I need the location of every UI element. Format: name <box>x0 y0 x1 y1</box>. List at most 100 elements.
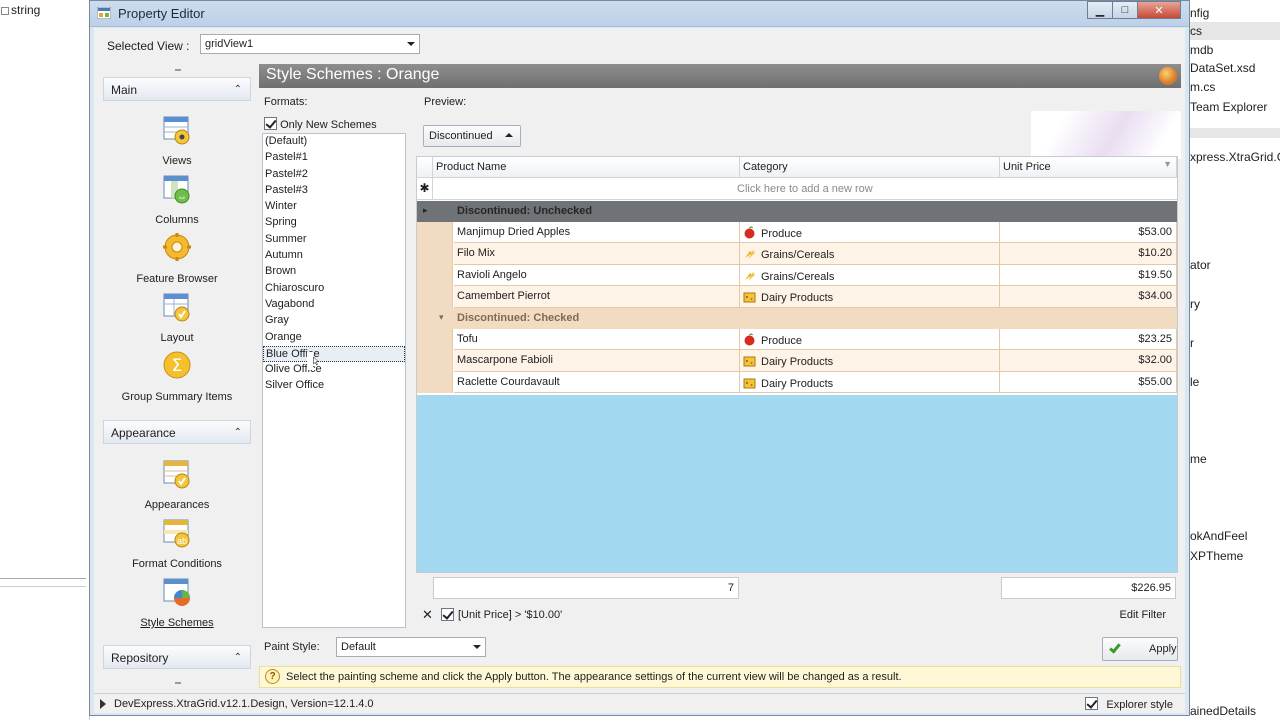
nav-item-group-summary[interactable]: Σ Group Summary Items <box>103 350 251 403</box>
splitter[interactable] <box>411 91 415 631</box>
ide-item[interactable]: me <box>1190 452 1207 466</box>
table-row[interactable]: Tofu Produce $23.25 <box>417 329 1177 351</box>
format-item[interactable]: Summer <box>263 232 405 248</box>
cell-category[interactable]: Grains/Cereals <box>740 264 1000 287</box>
cell-product-name[interactable]: Filo Mix <box>454 243 740 265</box>
format-item[interactable]: Winter <box>263 199 405 215</box>
format-item[interactable]: Vagabond <box>263 297 405 313</box>
cell-unit-price[interactable]: $53.00 <box>1000 222 1177 244</box>
ide-item[interactable]: Team Explorer <box>1190 100 1267 114</box>
ide-item[interactable]: okAndFeel <box>1190 529 1247 543</box>
cell-category[interactable]: Dairy Products <box>740 371 1000 394</box>
ide-item[interactable]: r <box>1190 336 1194 350</box>
column-header-product-name[interactable]: Product Name <box>433 157 740 178</box>
title-bar[interactable]: Property Editor ▁ □ ✕ <box>90 1 1189 27</box>
scroll-up-indicator[interactable] <box>175 69 181 71</box>
format-item[interactable]: Autumn <box>263 248 405 264</box>
format-item[interactable]: Pastel#3 <box>263 183 405 199</box>
explorer-style-checkbox[interactable]: Explorer style <box>1085 697 1173 711</box>
nav-group-repository[interactable]: Repository ⌃ <box>103 645 251 669</box>
ide-item[interactable]: nfig <box>1190 6 1209 20</box>
table-row[interactable]: Ravioli Angelo Grains/Cereals $19.50 <box>417 264 1177 287</box>
nav-item-columns[interactable]: ⇔ Columns <box>103 173 251 226</box>
expand-icon[interactable]: ▸ <box>423 205 428 216</box>
ide-item[interactable]: ry <box>1190 297 1200 311</box>
format-item[interactable]: Silver Office <box>263 378 405 394</box>
cell-unit-price[interactable]: $32.00 <box>1000 350 1177 372</box>
ide-item[interactable]: ator <box>1190 258 1211 272</box>
nav-item-appearances[interactable]: Appearances <box>103 458 251 511</box>
cell-unit-price[interactable]: $23.25 <box>1000 329 1177 351</box>
checkbox-checked-icon[interactable] <box>1085 697 1099 710</box>
footer-total[interactable]: $226.95 <box>1001 577 1176 599</box>
ide-item[interactable]: m.cs <box>1190 80 1215 94</box>
ide-item[interactable]: cs <box>1190 24 1202 38</box>
format-item[interactable]: Olive Office <box>263 362 405 378</box>
column-header-category[interactable]: Category <box>740 157 1000 178</box>
format-item-selected[interactable]: Orange <box>263 330 405 346</box>
cell-product-name[interactable]: Ravioli Angelo <box>454 264 740 287</box>
filter-enabled-checkbox[interactable] <box>441 608 454 621</box>
cell-product-name[interactable]: Mascarpone Fabioli <box>454 350 740 372</box>
format-item[interactable]: Pastel#2 <box>263 167 405 183</box>
nav-item-style-schemes[interactable]: Style Schemes <box>103 576 251 629</box>
ide-item[interactable]: ainedDetails <box>1190 704 1256 718</box>
cell-product-name[interactable]: Camembert Pierrot <box>454 286 740 308</box>
clear-filter-icon[interactable]: ✕ <box>422 607 433 623</box>
table-row[interactable]: Camembert Pierrot Dairy Products $34.00 <box>417 286 1177 308</box>
format-item[interactable]: Gray <box>263 313 405 329</box>
only-new-schemes-checkbox[interactable]: Only New Schemes <box>264 117 377 131</box>
format-item[interactable]: Pastel#1 <box>263 150 405 166</box>
nav-item-views[interactable]: Views <box>103 114 251 167</box>
cell-product-name[interactable]: Tofu <box>454 329 740 351</box>
filter-icon[interactable]: ▼ <box>1163 159 1172 169</box>
collapse-icon[interactable]: ▾ <box>439 312 444 323</box>
preview-grid[interactable]: Product Name Category Unit Price ▼ ✱ Cli… <box>416 156 1178 573</box>
table-row[interactable]: Raclette Courdavault Dairy Products $55.… <box>417 371 1177 394</box>
format-item[interactable]: Chiaroscuro <box>263 281 405 297</box>
nav-item-format-conditions[interactable]: ab Format Conditions <box>103 517 251 570</box>
group-row[interactable]: ▾ Discontinued: Checked <box>417 308 1177 329</box>
cell-unit-price[interactable]: $34.00 <box>1000 286 1177 308</box>
nav-group-main[interactable]: Main ⌃ <box>103 77 251 101</box>
group-column-button[interactable]: Discontinued <box>423 125 521 147</box>
cell-unit-price[interactable]: $55.00 <box>1000 371 1177 394</box>
nav-item-feature-browser[interactable]: Feature Browser <box>103 232 251 285</box>
checkbox-checked-icon[interactable] <box>264 117 277 130</box>
cell-category[interactable]: Produce <box>740 222 1000 244</box>
table-row[interactable]: Filo Mix Grains/Cereals $10.20 <box>417 243 1177 265</box>
group-row[interactable]: ▸ Discontinued: Unchecked <box>417 201 1177 222</box>
cell-category[interactable]: Dairy Products <box>740 286 1000 308</box>
table-row[interactable]: Mascarpone Fabioli Dairy Products $32.00 <box>417 350 1177 372</box>
apply-button[interactable]: Apply <box>1102 637 1178 661</box>
new-item-row[interactable]: ✱ Click here to add a new row <box>417 178 1177 200</box>
selected-view-combo[interactable]: gridView1 <box>200 34 420 54</box>
cell-category[interactable]: Dairy Products <box>740 350 1000 372</box>
expand-arrow-icon[interactable] <box>100 699 106 709</box>
paint-style-combo[interactable]: Default <box>336 637 486 657</box>
cell-product-name[interactable]: Manjimup Dried Apples <box>454 222 740 244</box>
ide-item[interactable]: DataSet.xsd <box>1190 61 1255 75</box>
ide-item[interactable]: XPTheme <box>1190 549 1243 563</box>
ide-item[interactable]: le <box>1190 375 1199 389</box>
formats-list[interactable]: (Default) Pastel#1 Pastel#2 Pastel#3 Win… <box>262 133 406 628</box>
nav-item-layout[interactable]: Layout <box>103 291 251 344</box>
cell-unit-price[interactable]: $10.20 <box>1000 243 1177 265</box>
cell-category[interactable]: Produce <box>740 329 1000 351</box>
ide-item[interactable]: xpress.XtraGrid.C <box>1190 150 1280 164</box>
scroll-down-indicator[interactable] <box>175 682 181 684</box>
cell-category[interactable]: Grains/Cereals <box>740 243 1000 265</box>
minimize-button[interactable]: ▁ <box>1087 1 1113 19</box>
column-header-unit-price[interactable]: Unit Price ▼ <box>1000 157 1177 178</box>
format-item[interactable]: Spring <box>263 215 405 231</box>
cell-product-name[interactable]: Raclette Courdavault <box>454 371 740 394</box>
format-item[interactable]: Brown <box>263 264 405 280</box>
cell-unit-price[interactable]: $19.50 <box>1000 264 1177 287</box>
close-button[interactable]: ✕ <box>1137 1 1181 19</box>
footer-count[interactable]: 7 <box>433 577 739 599</box>
format-item[interactable]: (Default) <box>263 134 405 150</box>
format-item-hover[interactable]: Blue Office <box>263 345 405 363</box>
table-row[interactable]: Manjimup Dried Apples Produce $53.00 <box>417 222 1177 244</box>
filter-expression[interactable]: [Unit Price] > '$10.00' <box>458 609 562 621</box>
ide-item[interactable]: mdb <box>1190 43 1213 57</box>
